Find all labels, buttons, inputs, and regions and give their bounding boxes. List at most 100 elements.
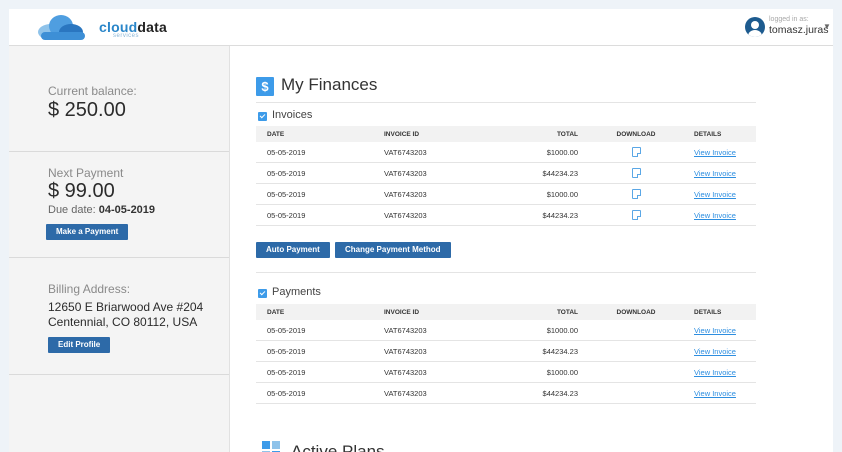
invoice-id-cell: VAT6743203 [384, 162, 504, 184]
edit-profile-button[interactable]: Edit Profile [48, 337, 111, 353]
view-invoice-link[interactable]: View Invoice [694, 169, 736, 178]
invoice-id-cell: VAT6743203 [384, 340, 504, 362]
column-header: INVOICE ID [384, 126, 504, 142]
total-cell: $44234.23 [504, 340, 578, 362]
table-row: 05-05-2019 VAT6743203 $44234.23 View Inv… [256, 382, 756, 404]
active-plans-title: Active Plans [291, 442, 385, 452]
date-cell: 05-05-2019 [256, 183, 384, 205]
finances-main: $ My Finances Invoices DATE INVOICE ID T… [230, 46, 833, 452]
billing-label: Billing Address: [48, 282, 131, 296]
invoice-id-cell: VAT6743203 [384, 183, 504, 205]
address-line-2: Centennial, CO 80112, USA [48, 315, 198, 329]
total-cell: $44234.23 [504, 204, 578, 226]
payments-toggle-icon[interactable] [258, 289, 267, 298]
details-cell: View Invoice [694, 204, 756, 226]
table-header-row: DATE INVOICE ID TOTAL DOWNLOAD DETAILS [256, 304, 756, 320]
chevron-down-icon[interactable]: ▼ [823, 22, 831, 31]
invoices-table: DATE INVOICE ID TOTAL DOWNLOAD DETAILS 0… [256, 126, 756, 226]
total-cell: $1000.00 [504, 142, 578, 163]
date-cell: 05-05-2019 [256, 361, 384, 383]
avatar [745, 17, 765, 37]
total-cell: $1000.00 [504, 361, 578, 383]
table-row: 05-05-2019 VAT6743203 $1000.00 View Invo… [256, 320, 756, 341]
cloud-logo-icon [38, 15, 85, 40]
address-line-1: 12650 E Briarwood Ave #204 [48, 300, 204, 314]
column-header: TOTAL [504, 304, 578, 320]
date-cell: 05-05-2019 [256, 162, 384, 184]
total-cell: $1000.00 [504, 320, 578, 341]
view-invoice-link[interactable]: View Invoice [694, 148, 736, 157]
view-invoice-link[interactable]: View Invoice [694, 347, 736, 356]
section-divider [256, 272, 756, 273]
table-row: 05-05-2019 VAT6743203 $44234.23 View Inv… [256, 162, 756, 184]
view-invoice-link[interactable]: View Invoice [694, 368, 736, 377]
details-cell: View Invoice [694, 162, 756, 184]
make-payment-button[interactable]: Make a Payment [46, 224, 129, 240]
details-cell: View Invoice [694, 183, 756, 205]
logged-in-label: logged in as: [769, 16, 809, 23]
column-header: DATE [256, 126, 384, 142]
invoices-toggle-icon[interactable] [258, 112, 267, 121]
download-document-icon[interactable] [631, 189, 641, 199]
total-cell: $44234.23 [504, 162, 578, 184]
grid-icon-tile [262, 441, 270, 449]
download-cell [578, 204, 694, 226]
download-cell [578, 340, 694, 362]
column-header: DOWNLOAD [578, 126, 694, 142]
column-header: INVOICE ID [384, 304, 504, 320]
view-invoice-link[interactable]: View Invoice [694, 326, 736, 335]
page-title: My Finances [281, 75, 378, 94]
column-header: DETAILS [694, 126, 756, 142]
details-cell: View Invoice [694, 340, 756, 362]
date-cell: 05-05-2019 [256, 340, 384, 362]
billing-section: Billing Address: 12650 E Briarwood Ave #… [9, 258, 229, 375]
table-row: 05-05-2019 VAT6743203 $44234.23 View Inv… [256, 340, 756, 362]
payments-table: DATE INVOICE ID TOTAL DOWNLOAD DETAILS 0… [256, 304, 756, 404]
download-cell [578, 162, 694, 184]
due-date-prefix: Due date: [48, 204, 96, 216]
column-header: DATE [256, 304, 384, 320]
date-cell: 05-05-2019 [256, 320, 384, 341]
view-invoice-link[interactable]: View Invoice [694, 190, 736, 199]
column-header: TOTAL [504, 126, 578, 142]
logo-wordmark-part2: data [137, 19, 167, 35]
balance-label: Current balance: [48, 84, 137, 98]
download-document-icon[interactable] [631, 210, 641, 220]
table-header-row: DATE INVOICE ID TOTAL DOWNLOAD DETAILS [256, 126, 756, 142]
grid-icon [262, 441, 282, 452]
username: tomasz.juras [769, 24, 829, 36]
download-cell [578, 142, 694, 163]
account-sidebar: Current balance: $ 250.00 Next Payment $… [9, 46, 230, 452]
app-window: clouddata services logged in as: tomasz.… [9, 9, 833, 452]
date-cell: 05-05-2019 [256, 204, 384, 226]
download-document-icon[interactable] [631, 147, 641, 157]
table-row: 05-05-2019 VAT6743203 $1000.00 View Invo… [256, 183, 756, 205]
next-payment-label: Next Payment [48, 166, 124, 180]
column-header: DOWNLOAD [578, 304, 694, 320]
view-invoice-link[interactable]: View Invoice [694, 389, 736, 398]
user-avatar-icon [748, 21, 762, 37]
download-cell [578, 382, 694, 404]
details-cell: View Invoice [694, 361, 756, 383]
logo-subtitle: services [113, 33, 140, 39]
due-date-value: 04-05-2019 [98, 204, 156, 216]
download-cell [578, 183, 694, 205]
invoice-id-cell: VAT6743203 [384, 142, 504, 163]
dollar-icon: $ [256, 77, 274, 96]
next-payment-section: Next Payment $ 99.00 Due date: 04-05-201… [9, 152, 229, 258]
change-payment-method-button[interactable]: Change Payment Method [335, 242, 451, 258]
download-document-icon[interactable] [631, 168, 641, 178]
clouddata-logo[interactable]: clouddata services [33, 12, 173, 42]
invoice-id-cell: VAT6743203 [384, 204, 504, 226]
download-cell [578, 361, 694, 383]
details-cell: View Invoice [694, 382, 756, 404]
next-payment-value: $ 99.00 [48, 180, 115, 202]
table-row: 05-05-2019 VAT6743203 $44234.23 View Inv… [256, 204, 756, 226]
auto-payment-button[interactable]: Auto Payment [256, 242, 330, 258]
invoice-id-cell: VAT6743203 [384, 320, 504, 341]
invoices-title: Invoices [272, 109, 313, 121]
user-menu[interactable]: logged in as: tomasz.juras ▼ [745, 15, 831, 39]
top-header: clouddata services logged in as: tomasz.… [9, 9, 833, 46]
view-invoice-link[interactable]: View Invoice [694, 211, 736, 220]
balance-section: Current balance: $ 250.00 [9, 46, 229, 152]
